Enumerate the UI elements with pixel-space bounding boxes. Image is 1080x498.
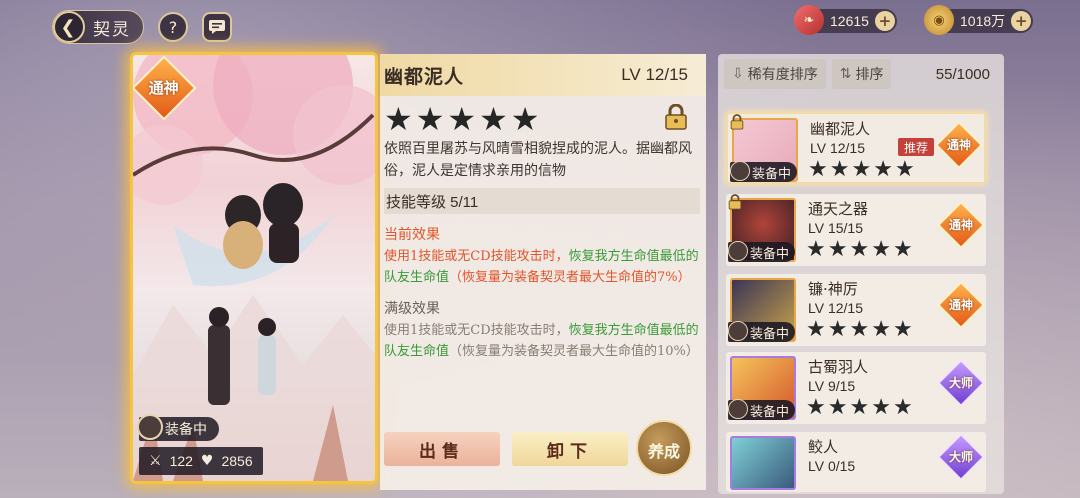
spirit-card[interactable]: 通神 装备中 ⚔ 122 ♥ 2856 (130, 52, 378, 484)
heart-icon: ♥ (200, 453, 214, 469)
item-name: 镰·神厉 (808, 280, 858, 298)
spirit-list: ⇩ 稀有度排序 ⇅ 排序 55/1000 装备中 幽都泥人 LV 12/15 推… (718, 54, 1004, 494)
avatar (728, 399, 748, 419)
unload-button[interactable]: 卸下 (512, 432, 628, 466)
item-level: LV 15/15 (808, 220, 864, 236)
detail-panel: 幽都泥人 LV 12/15 ★ ★ ★ ★ ★ 依照百里屠苏与风晴雪相貌捏成的泥… (380, 54, 706, 490)
lock-icon[interactable] (664, 104, 688, 130)
sort-order-button[interactable]: ⇅ 排序 (831, 59, 892, 89)
item-level: LV 12/15 (810, 140, 866, 156)
star-icon: ★ (479, 100, 508, 138)
current-effect-title: 当前效果 (384, 227, 440, 243)
question-icon: ? (168, 17, 178, 37)
avatar (728, 321, 748, 341)
health-value: 2856 (221, 453, 253, 469)
spirit-count: 55/1000 (935, 65, 990, 83)
list-item[interactable]: 装备中 幽都泥人 LV 12/15 推荐 ★ ★ ★ ★ ★ 通神 (726, 112, 986, 184)
attack-value: 122 (169, 453, 193, 469)
skill-level: 技能等级 5/11 (384, 188, 700, 214)
back-button[interactable]: ❮ 契灵 (52, 10, 144, 44)
star-rating: ★ ★ ★ ★ ★ (806, 395, 913, 420)
help-button[interactable]: ? (158, 12, 188, 42)
list-item[interactable]: 装备中 通天之器 LV 15/15 ★ ★ ★ ★ ★ 通神 (726, 194, 986, 266)
add-ticket-button[interactable]: + (874, 11, 895, 31)
page-title: 契灵 (93, 19, 131, 40)
list-header: ⇩ 稀有度排序 ⇅ 排序 55/1000 (718, 54, 1004, 94)
ticket-amount: 12615 (830, 13, 869, 29)
rarity-tag-shen: 通神 (936, 280, 986, 330)
coin-icon: ◉ (924, 5, 954, 35)
item-name: 古蜀羽人 (808, 358, 869, 376)
avatar (137, 414, 163, 440)
detail-body: ★ ★ ★ ★ ★ 依照百里屠苏与风晴雪相貌捏成的泥人。据幽都风俗，泥人是定情求… (380, 96, 706, 490)
list-item[interactable]: 装备中 古蜀羽人 LV 9/15 ★ ★ ★ ★ ★ 大师 (726, 352, 986, 424)
rarity-tag-shen: 通神 (934, 120, 984, 170)
recommend-badge: 推荐 (898, 138, 935, 156)
spirit-level: LV 12/15 (621, 65, 688, 84)
item-name: 鲛人 (808, 438, 839, 456)
rarity-tag-shen: 通神 (936, 200, 986, 250)
star-rating: ★ ★ ★ ★ ★ (384, 102, 700, 136)
lock-icon (728, 194, 742, 210)
list-item[interactable]: 装备中 镰·神厉 LV 12/15 ★ ★ ★ ★ ★ 通神 (726, 274, 986, 346)
star-rating: ★ ★ ★ ★ ★ (806, 317, 913, 342)
card-stats: ⚔ 122 ♥ 2856 (139, 447, 263, 475)
sword-icon: ⚔ (149, 453, 162, 469)
ticket-icon: ❧ (794, 5, 824, 35)
avatar (730, 161, 750, 181)
rarity-tag-dashi: 大师 (936, 358, 986, 408)
spirit-name: 幽都泥人 (384, 65, 465, 88)
coin-amount: 1018万 (960, 13, 1006, 29)
current-effect-text: 使用1技能或无CD技能攻击时，恢复我方生命值最低的队友生命值（恢复量为装备契灵者… (384, 249, 699, 285)
star-icon: ★ (510, 100, 540, 138)
item-level: LV 0/15 (808, 458, 856, 474)
item-level: LV 9/15 (808, 378, 856, 394)
chat-icon (209, 20, 225, 34)
sort-rarity-label: 稀有度排序 (747, 67, 818, 83)
top-left-controls: ❮ 契灵 ? (52, 10, 232, 44)
max-effect-title: 满级效果 (384, 301, 440, 317)
item-thumbnail (730, 436, 796, 490)
sort-toggle-icon: ⇅ (839, 66, 852, 82)
item-name: 通天之器 (808, 200, 869, 218)
rarity-tag-dashi: 大师 (936, 432, 986, 482)
equipped-badge: 装备中 (728, 241, 796, 262)
sort-rarity-button[interactable]: ⇩ 稀有度排序 (724, 59, 826, 89)
equipped-badge: 装备中 (730, 161, 798, 182)
nurture-button[interactable]: 养成 (636, 420, 692, 476)
currency-coin: ◉ 1018万 + (924, 5, 1034, 35)
name-bar: 幽都泥人 LV 12/15 (380, 54, 706, 96)
equipped-badge: 装备中 (728, 321, 796, 342)
sort-down-icon: ⇩ (732, 66, 744, 82)
sell-button[interactable]: 出售 (384, 432, 500, 466)
add-coin-button[interactable]: + (1011, 11, 1032, 31)
equipped-badge: 装备中 (137, 414, 219, 441)
star-rating: ★ ★ ★ ★ ★ (808, 157, 915, 182)
item-name: 幽都泥人 (810, 120, 871, 138)
avatar (728, 241, 748, 261)
equipped-label: 装备中 (165, 422, 207, 438)
chat-button[interactable] (202, 12, 232, 42)
lock-icon (730, 114, 744, 130)
chevron-left-icon: ❮ (53, 11, 85, 43)
star-icon: ★ (415, 100, 445, 138)
star-rating: ★ ★ ★ ★ ★ (806, 237, 913, 262)
star-icon: ★ (384, 100, 413, 138)
currency-ticket: ❧ 12615 + (794, 5, 897, 35)
equipped-badge: 装备中 (728, 399, 796, 420)
sort-order-label: 排序 (855, 67, 884, 83)
nurture-label: 养成 (647, 442, 680, 461)
star-icon: ★ (447, 100, 477, 138)
item-level: LV 12/15 (808, 300, 864, 316)
max-effect-text: 使用1技能或无CD技能攻击时，恢复我方生命值最低的队友生命值（恢复量为装备契灵者… (384, 323, 699, 359)
list-item[interactable]: 鲛人 LV 0/15 大师 (726, 432, 986, 492)
spirit-description: 依照百里屠苏与风晴雪相貌捏成的泥人。据幽都风俗，泥人是定情求亲用的信物 (384, 141, 692, 179)
